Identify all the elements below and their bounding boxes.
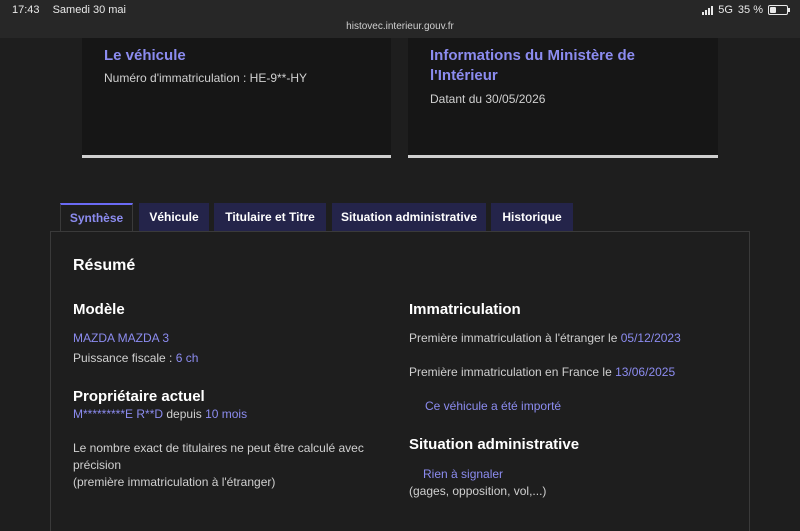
- fiscal-power-line: Puissance fiscale : 6 ch: [73, 350, 198, 367]
- battery-icon: [768, 5, 790, 15]
- url-bar[interactable]: histovec.interieur.gouv.fr: [0, 20, 800, 38]
- imported-notice: Ce véhicule a été importé: [425, 399, 562, 413]
- admin-status: Rien à signaler: [423, 467, 504, 481]
- owner-name: M*********E R**D: [73, 407, 164, 421]
- fiscal-power-label: Puissance fiscale :: [73, 351, 176, 365]
- ministry-card-title: Informations du Ministère de l'Intérieur: [430, 47, 636, 84]
- ministry-card: Informations du Ministère de l'Intérieur…: [408, 38, 718, 158]
- status-bar: 17:43 Samedi 30 mai 5G 35 %: [0, 0, 800, 20]
- foreign-registration-line: Première immatriculation à l'étranger le…: [409, 330, 681, 347]
- status-time: 17:43: [12, 4, 40, 16]
- summary-title: Résumé: [73, 257, 136, 274]
- tab-titulaire-titre[interactable]: Titulaire et Titre: [214, 203, 326, 231]
- model-name: MAZDA MAZDA 3: [73, 331, 170, 345]
- admin-details: (gages, opposition, vol,...): [409, 484, 547, 498]
- owner-note: Le nombre exact de titulaires ne peut êt…: [73, 440, 364, 491]
- france-registration-line: Première immatriculation en France le 13…: [409, 364, 675, 381]
- foreign-registration-label: Première immatriculation à l'étranger le: [409, 331, 621, 345]
- registration-heading: Immatriculation: [409, 301, 521, 318]
- battery-percent: 35 %: [737, 4, 763, 16]
- vehicle-card: Le véhicule Numéro d'immatriculation : H…: [82, 38, 391, 158]
- plate-label: Numéro d'immatriculation :: [104, 71, 250, 85]
- france-registration-label: Première immatriculation en France le: [409, 365, 616, 379]
- tab-situation-administrative[interactable]: Situation administrative: [332, 203, 486, 231]
- synthese-panel: Résumé Modèle MAZDA MAZDA 3 Puissance fi…: [50, 231, 750, 531]
- owner-since-label: depuis: [163, 407, 206, 421]
- owner-note-line3: (première immatriculation à l'étranger): [73, 475, 276, 489]
- plate-value: HE-9**-HY: [249, 71, 308, 85]
- foreign-registration-date: 05/12/2023: [620, 331, 681, 345]
- tab-historique[interactable]: Historique: [491, 203, 573, 231]
- battery-fill: [770, 7, 776, 13]
- tab-vehicule[interactable]: Véhicule: [139, 203, 209, 231]
- status-date: Samedi 30 mai: [52, 4, 126, 16]
- owner-since-value: 10 mois: [205, 407, 248, 421]
- status-right: 5G 35 %: [702, 4, 790, 16]
- signal-icon: [702, 5, 714, 15]
- vehicle-card-title: Le véhicule: [104, 47, 186, 64]
- plate-line: Numéro d'immatriculation : HE-9**-HY: [104, 71, 307, 85]
- owner-line: M*********E R**D depuis 10 mois: [73, 406, 247, 423]
- status-left: 17:43 Samedi 30 mai: [12, 4, 126, 16]
- owner-note-line1: Le nombre exact de titulaires ne peut êt…: [73, 441, 364, 455]
- owner-note-line2: précision: [73, 458, 122, 472]
- tab-synthese[interactable]: Synthèse: [60, 203, 133, 231]
- ministry-date-line: Datant du 30/05/2026: [430, 92, 545, 106]
- url-text[interactable]: histovec.interieur.gouv.fr: [346, 21, 454, 32]
- network-label: 5G: [718, 4, 733, 16]
- owner-heading: Propriétaire actuel: [73, 388, 205, 405]
- admin-heading: Situation administrative: [409, 436, 580, 453]
- model-heading: Modèle: [73, 301, 125, 318]
- fiscal-power-value: 6 ch: [175, 351, 199, 365]
- ministry-date-label: Datant du: [430, 92, 486, 106]
- france-registration-date: 13/06/2025: [615, 365, 676, 379]
- ministry-date-value: 30/05/2026: [485, 92, 546, 106]
